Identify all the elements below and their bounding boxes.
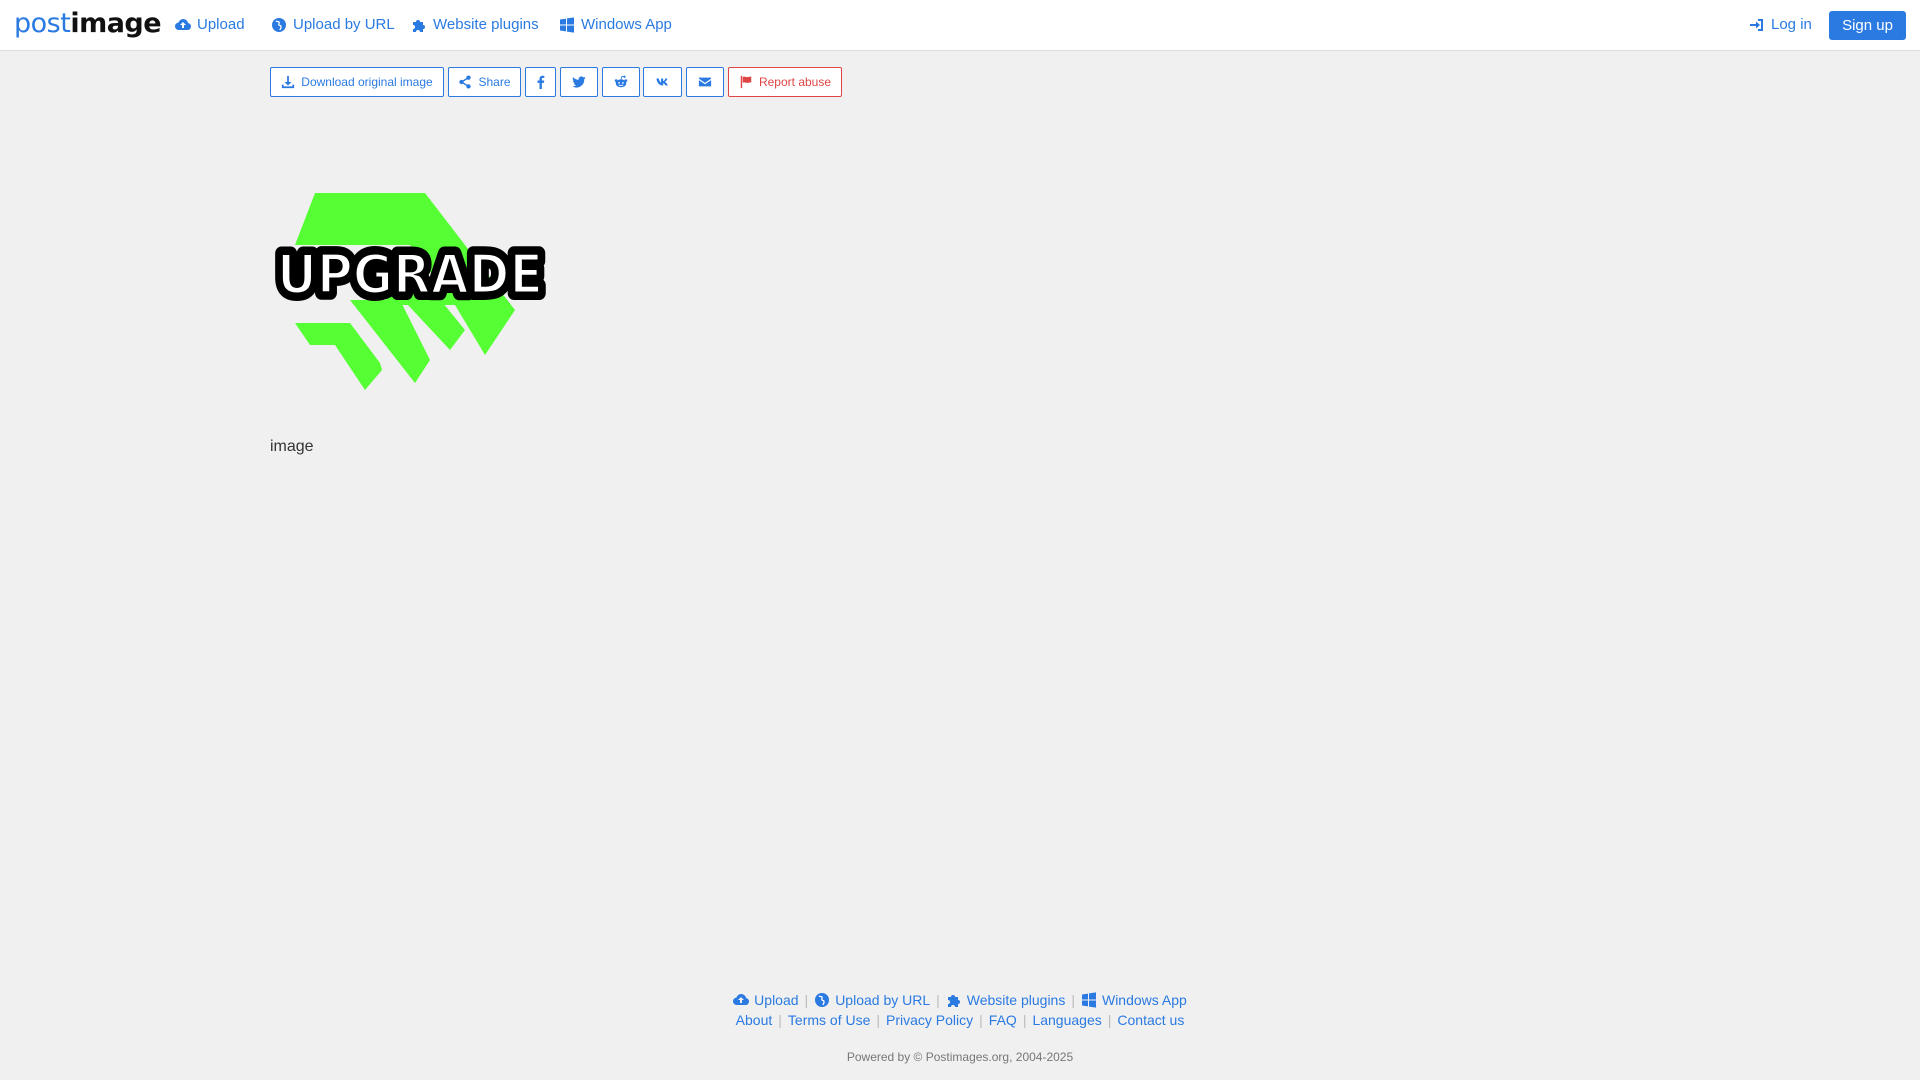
nav-upload-by-url-link[interactable]: Upload by URL (271, 14, 395, 36)
footer-upload-label: Upload (754, 992, 799, 1008)
footer-separator: | (936, 992, 940, 1008)
nav-upload-by-url-label: Upload by URL (293, 16, 395, 33)
envelope-icon (698, 77, 712, 87)
footer-upload-by-url-label: Upload by URL (835, 992, 931, 1008)
nav-windows-app-link[interactable]: Windows App (559, 14, 672, 36)
login-label: Log in (1771, 16, 1812, 33)
download-original-label: Download original image (301, 75, 433, 89)
footer-contact-link[interactable]: Contact us (1117, 1012, 1184, 1028)
report-abuse-label: Report abuse (758, 75, 832, 89)
footer-upload-by-url-link[interactable]: Upload by URL (814, 992, 930, 1008)
footer-website-plugins-label: Website plugins (966, 992, 1066, 1008)
upgrade-text: UPGRADE (277, 243, 543, 306)
footer-terms-link[interactable]: Terms of Use (788, 1012, 870, 1028)
puzzle-icon (413, 20, 425, 32)
footer-separator: | (804, 992, 809, 1008)
cloud-upload-icon (733, 994, 750, 1006)
vk-share-button[interactable] (643, 67, 682, 97)
footer-separator: | (979, 1012, 983, 1028)
footer-windows-app-link[interactable]: Windows App (1081, 992, 1187, 1008)
nav-website-plugins-link[interactable]: Website plugins (411, 14, 539, 36)
share-button[interactable]: Share (448, 67, 521, 97)
footer-separator: | (876, 1012, 881, 1028)
nav-windows-app-label: Windows App (581, 16, 672, 33)
vk-icon (655, 78, 668, 86)
uploaded-image: UPGRADE UPGRADE (270, 185, 550, 395)
email-share-button[interactable] (686, 67, 724, 97)
share-label: Share (478, 75, 511, 89)
download-icon (282, 75, 295, 89)
facebook-icon (537, 75, 544, 89)
footer-separator: | (1107, 1012, 1112, 1028)
share-icon (459, 75, 472, 89)
footer-upload-link[interactable]: Upload (733, 992, 799, 1008)
footer-separator: | (1071, 992, 1075, 1008)
facebook-share-button[interactable] (525, 67, 556, 97)
image-caption: image (270, 438, 314, 455)
globe-icon (815, 993, 830, 1007)
footer-secondary-links: About | Terms of Use | Privacy Policy | … (0, 1010, 1920, 1030)
logo-part-image: image (70, 8, 162, 39)
nav-upload-label: Upload (197, 16, 245, 33)
flag-icon (740, 75, 752, 89)
twitter-icon (572, 76, 586, 88)
windows-icon (1081, 992, 1096, 1008)
top-navbar: postimage Upload Upload by URL Website p… (0, 0, 1920, 51)
reddit-icon (614, 75, 628, 88)
footer-primary-links: Upload | Upload by URL | Website plugins… (0, 990, 1920, 1010)
globe-icon (272, 18, 286, 32)
logo-part-post: post (14, 8, 71, 39)
footer-website-plugins-link[interactable]: Website plugins (946, 992, 1066, 1008)
nav-upload-link[interactable]: Upload (175, 14, 245, 36)
cloud-upload-icon (175, 19, 191, 31)
twitter-share-button[interactable] (560, 67, 598, 97)
footer-windows-app-label: Windows App (1101, 992, 1187, 1008)
arrow-chevron-left (295, 323, 382, 390)
report-abuse-button[interactable]: Report abuse (728, 67, 842, 97)
footer-languages-link[interactable]: Languages (1032, 1012, 1101, 1028)
footer-privacy-link[interactable]: Privacy Policy (886, 1012, 973, 1028)
powered-by-text: Powered by © Postimages.org, 2004-2025 (846, 1050, 1074, 1064)
sign-in-icon (1750, 19, 1763, 31)
reddit-share-button[interactable] (602, 67, 640, 97)
upgrade-graphic: UPGRADE UPGRADE (270, 193, 550, 390)
footer-faq-link[interactable]: FAQ (989, 1012, 1017, 1028)
signup-button[interactable]: Sign up (1829, 11, 1906, 40)
nav-website-plugins-label: Website plugins (433, 16, 539, 33)
windows-icon (560, 17, 574, 33)
footer-separator: | (1022, 1012, 1027, 1028)
footer-separator: | (778, 1012, 782, 1028)
login-link[interactable]: Log in (1749, 14, 1812, 36)
download-original-button[interactable]: Download original image (270, 67, 444, 97)
postimage-logo[interactable]: postimage (14, 8, 162, 39)
puzzle-icon (947, 995, 960, 1007)
footer-about-link[interactable]: About (736, 1012, 773, 1028)
